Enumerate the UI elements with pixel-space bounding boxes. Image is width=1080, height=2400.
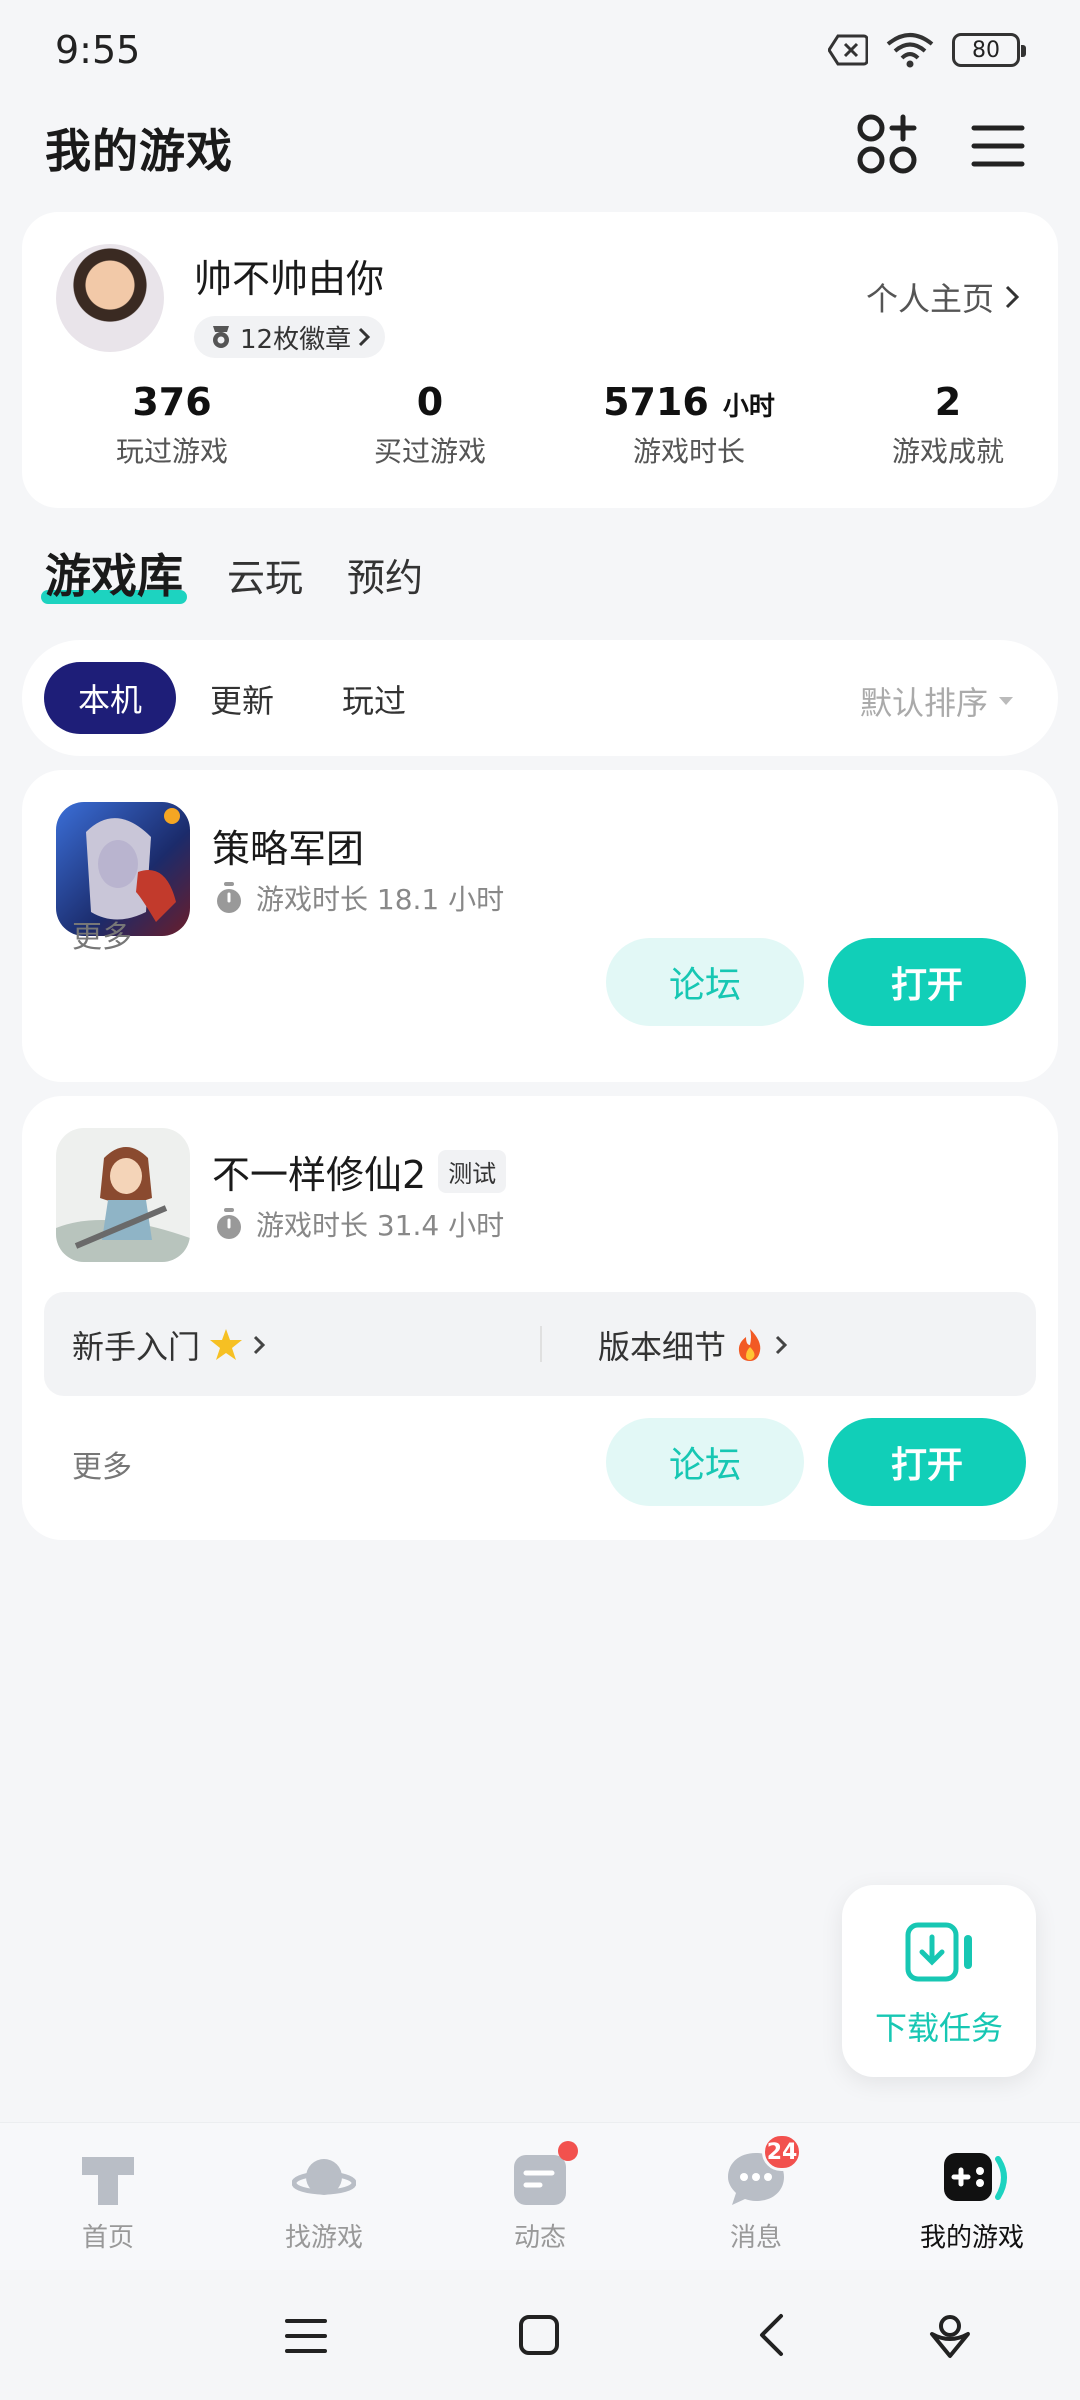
game-icon-different-xiuxian[interactable] — [56, 1128, 190, 1262]
nav-label: 消息 — [729, 2223, 782, 2253]
tab-cloud-play[interactable]: 云玩 — [227, 547, 303, 606]
fire-icon — [738, 1329, 761, 1361]
sort-label: 默认排序 — [859, 684, 988, 722]
game-name: 策略军团 — [212, 827, 365, 871]
forum-button[interactable]: 论坛 — [606, 938, 804, 1026]
battery-icon: 80 — [952, 33, 1026, 67]
chevron-right-icon — [775, 1335, 788, 1355]
hamburger-icon — [971, 125, 1025, 167]
stopwatch-icon — [217, 1208, 241, 1239]
guide-links-bar: 新手入门 版本细节 — [44, 1292, 1036, 1396]
system-nav-bar — [0, 2270, 1080, 2400]
menu-button[interactable] — [970, 118, 1026, 174]
nav-home[interactable]: 首页 — [28, 2147, 188, 2254]
playtime-text: 游戏时长 31.4 小时 — [256, 1209, 505, 1242]
stat-achievements[interactable]: 2 游戏成就 — [838, 380, 1058, 470]
profile-homepage-link[interactable]: 个人主页 — [866, 274, 1020, 320]
library-tabs: 游戏库 云玩 预约 — [41, 540, 423, 606]
stat-value: 376 — [132, 380, 212, 424]
filter-bar: 本机 更新 玩过 默认排序 — [22, 640, 1058, 756]
stat-label: 游戏成就 — [891, 435, 1004, 468]
stat-value: 5716 — [603, 380, 709, 424]
back-icon[interactable] — [756, 2312, 786, 2358]
more-link[interactable]: 更多 — [72, 1442, 132, 1486]
sparkle-star-icon — [210, 1329, 243, 1360]
notification-dot — [558, 2141, 578, 2161]
profile-card: 帅不帅由你 12枚徽章 个人主页 376 玩过游戏 0 买过游戏 5716 小时 … — [22, 212, 1058, 508]
game-name: 不一样修仙2 — [212, 1153, 427, 1197]
tab-reservations[interactable]: 预约 — [347, 547, 423, 606]
stat-label: 游戏时长 — [632, 435, 745, 468]
more-link[interactable]: 更多 — [72, 912, 132, 956]
badges-button[interactable]: 12枚徽章 — [194, 316, 386, 358]
forum-button[interactable]: 论坛 — [606, 1418, 804, 1506]
stopwatch-icon — [217, 882, 241, 913]
bottom-nav: 首页 找游戏 动态 24 消息 我的游戏 — [0, 2122, 1080, 2270]
nav-label: 动态 — [513, 2223, 566, 2253]
chevron-right-icon — [359, 327, 371, 347]
guide-version-link[interactable]: 版本细节 — [598, 1322, 788, 1368]
home-square-icon[interactable] — [518, 2314, 560, 2356]
divider — [540, 1326, 542, 1362]
chevron-right-icon — [1005, 285, 1020, 309]
badges-count: 12枚徽章 — [240, 324, 352, 355]
recent-apps-icon[interactable] — [284, 2316, 328, 2356]
assistant-icon[interactable] — [928, 2312, 972, 2360]
status-icons: 80 — [828, 32, 1026, 68]
guide-label: 新手入门 — [72, 1328, 201, 1366]
home-t-icon — [82, 2157, 134, 2205]
game-card[interactable]: 不一样修仙2 测试 游戏时长 31.4 小时 新手入门 版本细节 更多 论坛 打… — [22, 1096, 1058, 1540]
stat-bought-games[interactable]: 0 买过游戏 — [320, 380, 540, 470]
page-title: 我的游戏 — [45, 124, 233, 178]
nav-find-games[interactable]: 找游戏 — [244, 2147, 404, 2254]
guide-label: 版本细节 — [598, 1328, 727, 1366]
filter-updates[interactable]: 更新 — [210, 676, 274, 722]
download-video-icon — [905, 1922, 972, 1982]
gamepad-icon — [944, 2153, 1007, 2201]
stat-play-time[interactable]: 5716 小时 游戏时长 — [579, 380, 799, 470]
username: 帅不帅由你 — [194, 257, 385, 301]
tab-game-library[interactable]: 游戏库 — [41, 540, 187, 606]
nav-messages[interactable]: 24 消息 — [676, 2133, 836, 2254]
game-title: 策略军团 — [212, 818, 364, 873]
stat-label: 玩过游戏 — [115, 435, 228, 468]
nav-label: 找游戏 — [284, 2223, 363, 2253]
game-title: 不一样修仙2 测试 — [212, 1144, 507, 1199]
nav-label: 我的游戏 — [919, 2223, 1024, 2253]
profile-link-label: 个人主页 — [865, 280, 994, 318]
stat-value: 2 — [934, 380, 962, 424]
game-playtime: 游戏时长 18.1 小时 — [214, 878, 504, 918]
filter-local[interactable]: 本机 — [44, 662, 176, 734]
download-tasks-label: 下载任务 — [874, 2009, 1003, 2047]
caret-down-icon — [999, 697, 1013, 705]
open-button[interactable]: 打开 — [828, 938, 1026, 1026]
apps-grid-icon — [857, 114, 917, 174]
game-card[interactable]: 策略军团 游戏时长 18.1 小时 更多 论坛 打开 — [22, 770, 1058, 1082]
medal-icon — [213, 326, 229, 348]
nav-feed[interactable]: 动态 — [460, 2141, 620, 2254]
stat-label: 买过游戏 — [373, 435, 486, 468]
nav-label: 首页 — [81, 2223, 134, 2253]
apps-grid-button[interactable] — [855, 112, 919, 176]
sort-dropdown[interactable]: 默认排序 — [860, 678, 1014, 724]
message-count-badge: 24 — [762, 2133, 802, 2171]
guide-beginner-link[interactable]: 新手入门 — [72, 1322, 266, 1368]
playtime-text: 游戏时长 18.1 小时 — [256, 883, 505, 916]
status-time: 9:55 — [55, 28, 141, 72]
wifi-icon — [886, 33, 934, 68]
game-playtime: 游戏时长 31.4 小时 — [214, 1204, 504, 1244]
chevron-right-icon — [253, 1335, 266, 1355]
stat-played-games[interactable]: 376 玩过游戏 — [62, 380, 282, 470]
stat-unit: 小时 — [722, 392, 775, 422]
open-button[interactable]: 打开 — [828, 1418, 1026, 1506]
nav-my-games[interactable]: 我的游戏 — [892, 2147, 1052, 2254]
avatar[interactable] — [56, 244, 164, 352]
test-tag: 测试 — [438, 1150, 507, 1193]
planet-icon — [291, 2159, 357, 2195]
stat-value: 0 — [416, 380, 444, 424]
status-bar: 9:55 80 — [0, 0, 1080, 100]
download-tasks-button[interactable]: 下载任务 — [842, 1885, 1036, 2077]
filter-played[interactable]: 玩过 — [342, 676, 406, 722]
sim-off-icon — [828, 34, 868, 66]
